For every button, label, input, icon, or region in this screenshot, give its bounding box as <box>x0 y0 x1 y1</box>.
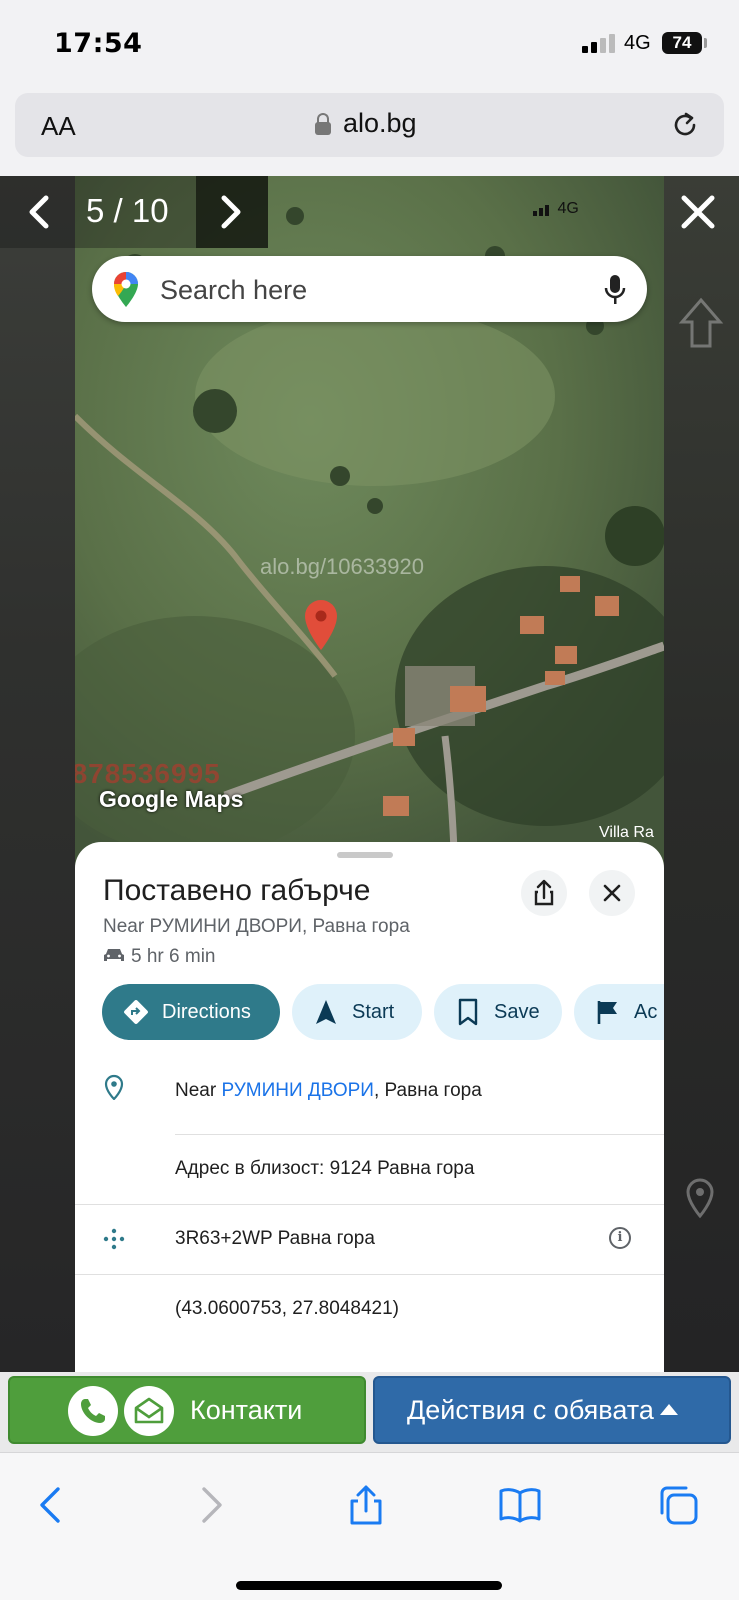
drive-time: 5 hr 6 min <box>131 946 216 967</box>
place-title: Поставено габърче <box>103 874 371 907</box>
chevron-left-icon[interactable] <box>18 190 62 234</box>
contacts-button[interactable]: Контакти <box>8 1376 366 1444</box>
directions-icon <box>124 1000 148 1024</box>
gallery-photo[interactable]: 4G Search here alo.bg/10633920 087853699… <box>75 176 664 1372</box>
close-icon[interactable] <box>676 190 720 234</box>
maps-search-bar[interactable]: Search here <box>92 256 647 322</box>
place-sheet: Поставено габърче Near РУМИНИ ДВОРИ, Рав… <box>75 842 664 1372</box>
flag-icon <box>597 1001 617 1024</box>
near-suffix: , Равна гора <box>373 1080 482 1101</box>
place-subtitle: Near РУМИНИ ДВОРИ, Равна гора <box>103 916 410 937</box>
plus-code: 3R63+2WP Равна гора <box>175 1228 375 1249</box>
start-label: Start <box>352 1001 395 1023</box>
network-type: 4G <box>624 32 651 54</box>
share-button[interactable] <box>521 870 567 916</box>
text-size-label: AA <box>41 111 76 141</box>
listing-actions-label: Действия с обявата <box>407 1395 654 1425</box>
plus-code-row[interactable]: 3R63+2WP Равна гора i <box>75 1227 664 1268</box>
directions-button[interactable]: Directions <box>102 984 280 1040</box>
text-size-button[interactable]: AA <box>41 111 76 142</box>
divider <box>75 1204 664 1205</box>
chevron-right-icon[interactable] <box>208 190 252 234</box>
address-bar[interactable]: AA alo.bg <box>15 93 724 157</box>
status-bar: 17:54 4G 74 <box>0 0 739 88</box>
location-outline-icon <box>104 1074 124 1100</box>
home-indicator[interactable] <box>236 1581 502 1590</box>
near-row: Near РУМИНИ ДВОРИ, Равна гора <box>75 1074 664 1130</box>
listing-actions-button[interactable]: Действия с обявата <box>373 1376 731 1444</box>
bookmarks-book-icon[interactable] <box>498 1483 542 1527</box>
car-icon <box>104 949 124 961</box>
directions-label: Directions <box>162 1001 251 1023</box>
start-button[interactable]: Start <box>292 984 422 1040</box>
photo-status-bar: 4G <box>533 200 579 218</box>
sheet-grabber[interactable] <box>337 852 393 858</box>
close-sheet-button[interactable] <box>589 870 635 916</box>
divider <box>75 1274 664 1275</box>
contacts-label: Контакти <box>190 1395 303 1425</box>
image-gallery: 4G Search here alo.bg/10633920 087853699… <box>0 176 739 1372</box>
phone-icon <box>68 1386 118 1436</box>
listing-watermark: alo.bg/10633920 <box>260 554 424 579</box>
location-pin-icon <box>305 600 337 650</box>
photo-network-type: 4G <box>557 200 579 217</box>
map-pin-logo-icon <box>114 272 138 307</box>
envelope-icon <box>124 1386 174 1436</box>
map-place-label: Villa Ra <box>599 824 654 841</box>
near-prefix: Near <box>175 1080 222 1101</box>
divider <box>175 1134 664 1135</box>
coordinates-row: (43.0600753, 27.8048421) <box>75 1298 664 1338</box>
maps-search-placeholder: Search here <box>160 275 308 305</box>
near-link[interactable]: РУМИНИ ДВОРИ <box>221 1080 373 1101</box>
caret-up-icon <box>659 1404 678 1415</box>
image-counter: 5 / 10 <box>86 192 169 229</box>
nearby-address: Адрес в близост: 9124 Равна гора <box>175 1158 475 1179</box>
status-time: 17:54 <box>54 28 143 59</box>
location-ghost-icon <box>686 1178 714 1219</box>
drive-time-row: 5 hr 6 min <box>103 946 215 968</box>
forward-chevron-icon[interactable] <box>188 1483 232 1527</box>
plus-code-icon <box>103 1228 125 1250</box>
google-maps-logo: Google Maps <box>99 786 244 812</box>
url-text[interactable]: alo.bg <box>343 108 417 139</box>
bookmark-icon <box>458 998 478 1026</box>
info-icon[interactable]: i <box>609 1227 631 1249</box>
signal-strength-icon <box>582 33 616 53</box>
save-button[interactable]: Save <box>434 984 562 1040</box>
tabs-icon[interactable] <box>656 1483 700 1527</box>
gallery-backdrop-right <box>664 176 739 1372</box>
reload-icon[interactable] <box>669 109 701 141</box>
lock-icon <box>315 113 331 135</box>
address-row: Адрес в близост: 9124 Равна гора <box>75 1158 664 1198</box>
add-label-text: Ac <box>634 1001 658 1023</box>
battery-cap <box>704 38 707 48</box>
gallery-backdrop-left <box>0 176 75 1372</box>
share-icon[interactable] <box>344 1483 388 1527</box>
close-icon <box>603 884 621 902</box>
add-label-button[interactable]: Ac <box>574 984 664 1040</box>
back-chevron-icon[interactable] <box>30 1483 74 1527</box>
share-arrow-ghost-icon <box>678 297 724 348</box>
microphone-icon[interactable] <box>604 273 626 307</box>
listing-action-bar: Контакти Действия с обявата <box>0 1372 739 1452</box>
share-icon <box>534 879 554 906</box>
battery-icon: 74 <box>662 32 702 54</box>
safari-toolbar <box>0 1452 739 1600</box>
save-label: Save <box>494 1001 540 1023</box>
coordinates: (43.0600753, 27.8048421) <box>175 1298 399 1319</box>
navigation-arrow-icon <box>316 1000 336 1024</box>
